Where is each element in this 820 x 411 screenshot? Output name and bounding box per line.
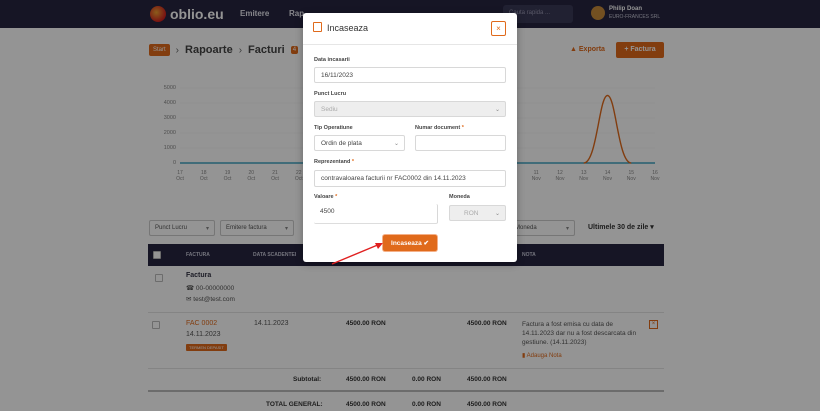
numar-document-label-text: Numar document [415, 125, 461, 131]
tip-operatiune-select[interactable]: Ordin de plata ⌄ [314, 135, 405, 151]
receipt-icon [313, 22, 322, 32]
close-button[interactable]: × [491, 21, 506, 36]
reprezentand-input[interactable]: contravaloarea facturii nr FAC0002 din 1… [314, 170, 506, 187]
modal-divider [303, 44, 517, 45]
punct-lucru-label: Punct Lucru [314, 91, 347, 97]
chevron-down-icon: ⌄ [494, 107, 500, 113]
valoare-label-text: Valoare [314, 194, 334, 200]
numar-document-input[interactable] [415, 135, 506, 151]
modal-title: Incaseaza [327, 23, 369, 33]
moneda-label: Moneda [449, 194, 470, 200]
valoare-input[interactable]: 4500 [314, 204, 438, 224]
moneda-value: RON [464, 210, 479, 217]
reprezentand-label-text: Reprezentand [314, 159, 351, 165]
chevron-down-icon: ⌄ [393, 141, 399, 147]
tip-operatiune-value: Ordin de plata [321, 140, 362, 147]
numar-document-label: Numar document * [415, 125, 464, 131]
required-mark: * [461, 125, 464, 131]
required-mark: * [335, 194, 338, 200]
incaseaza-submit-button[interactable]: Incaseaza ✔ [383, 235, 437, 251]
chevron-down-icon: ⌄ [494, 211, 500, 217]
moneda-select: RON ⌄ [449, 205, 506, 221]
tip-operatiune-label: Tip Operatiune [314, 125, 353, 131]
valoare-label: Valoare * [314, 194, 337, 200]
punct-lucru-value: Sediu [321, 106, 338, 113]
required-mark: * [351, 159, 355, 165]
date-label: Data incasarii [314, 57, 350, 63]
reprezentand-label: Reprezentand * [314, 159, 354, 165]
incaseaza-modal: Incaseaza × Data incasarii 16/11/2023 Pu… [303, 13, 517, 262]
punct-lucru-select: Sediu ⌄ [314, 101, 506, 117]
date-input[interactable]: 16/11/2023 [314, 67, 506, 83]
